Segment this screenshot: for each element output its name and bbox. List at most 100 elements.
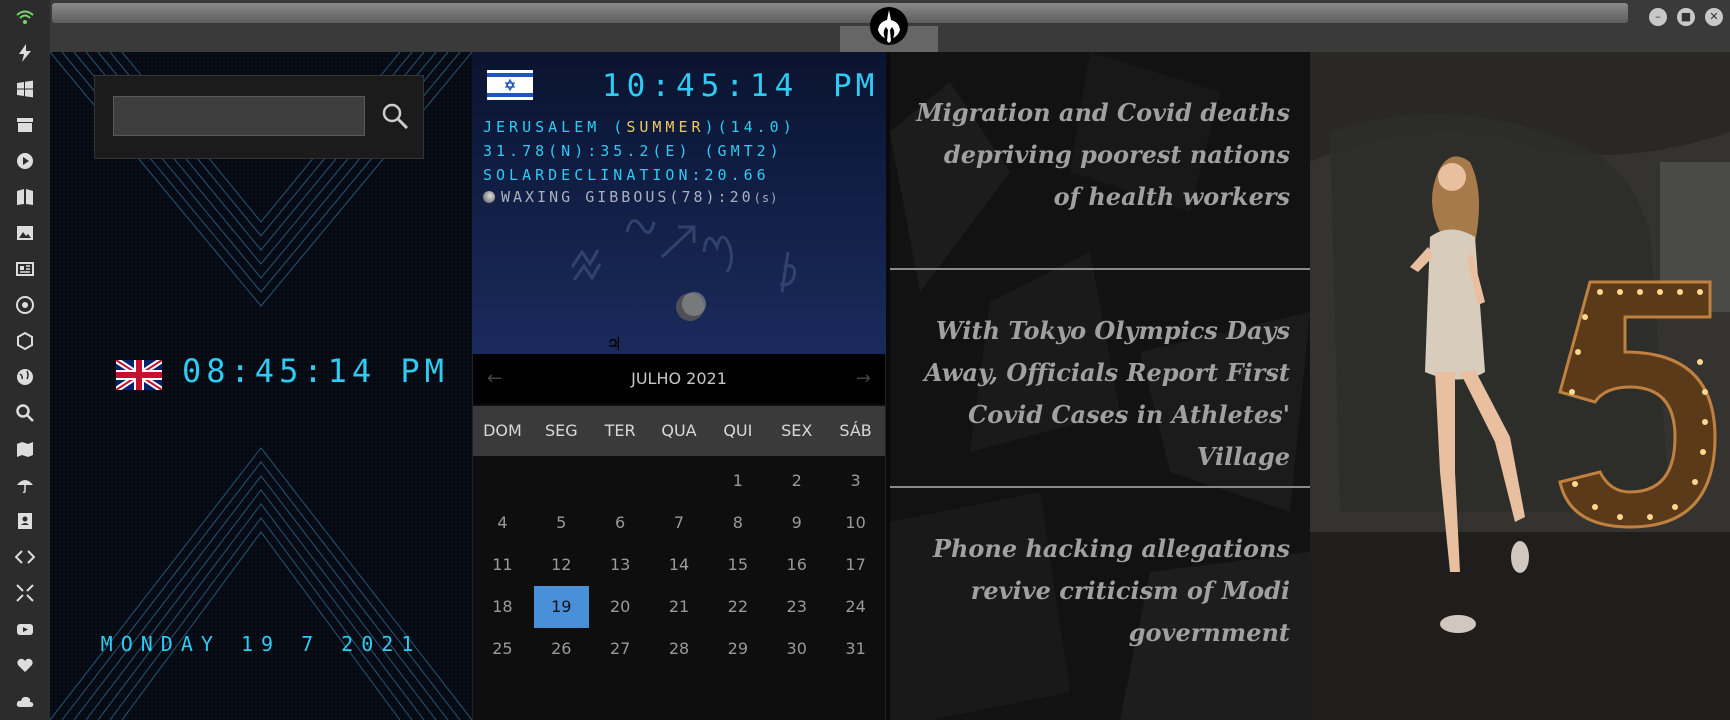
calendar: JULHO 2021 ← → DOM SEG TER QUA QUI SEX S… xyxy=(472,354,886,720)
calendar-day-today[interactable]: 19 xyxy=(533,586,589,628)
season-label: SUMMER xyxy=(626,118,705,136)
aperture-icon[interactable] xyxy=(13,293,37,317)
solar-declination: SOLARDECLINATION:20.66 xyxy=(483,166,770,184)
moon-phase: WAXING GIBBOUS(78):20(s) xyxy=(483,188,778,206)
next-month-button[interactable]: → xyxy=(856,354,871,404)
map-icon[interactable] xyxy=(13,437,37,461)
archive-icon[interactable] xyxy=(13,113,37,137)
fullscreen-icon[interactable] xyxy=(13,581,37,605)
contacts-icon[interactable] xyxy=(13,509,37,533)
play-icon[interactable] xyxy=(13,149,37,173)
weekday-label: QUI xyxy=(723,421,753,440)
news-divider xyxy=(890,486,1310,488)
umbrella-icon[interactable] xyxy=(13,473,37,497)
city-name: JERUSALEM xyxy=(483,118,601,136)
calendar-day[interactable]: 16 xyxy=(767,544,826,586)
calendar-day[interactable]: 12 xyxy=(532,544,591,586)
calendar-day[interactable]: 4 xyxy=(473,502,532,544)
calendar-day[interactable]: 27 xyxy=(591,628,650,670)
search-icon xyxy=(382,103,409,130)
world-ampm: PM xyxy=(833,68,879,104)
calendar-empty-cell xyxy=(532,460,591,502)
search-box xyxy=(94,75,424,159)
news-item[interactable]: With Tokyo Olympics Days Away, Officials… xyxy=(910,310,1290,478)
uk-flag xyxy=(116,360,162,390)
calendar-empty-cell xyxy=(591,460,650,502)
featured-photo[interactable] xyxy=(1310,52,1730,720)
search-button[interactable] xyxy=(377,98,413,134)
calendar-day[interactable]: 3 xyxy=(826,460,885,502)
world-time: 10:45:14 xyxy=(602,68,800,104)
world-clock-panel: ♃ 10:45:14 PM JERUSALEM (SUMMER)(14.0) 3… xyxy=(472,52,886,354)
bolt-icon[interactable] xyxy=(13,41,37,65)
title-bar: – ■ ✕ xyxy=(50,0,1730,52)
calendar-day[interactable]: 5 xyxy=(532,502,591,544)
news-item[interactable]: Migration and Covid deaths depriving poo… xyxy=(910,92,1290,218)
calendar-day[interactable]: 2 xyxy=(767,460,826,502)
calendar-day[interactable]: 28 xyxy=(650,628,709,670)
calendar-day[interactable]: 7 xyxy=(650,502,709,544)
calendar-day[interactable]: 18 xyxy=(473,586,532,628)
calendar-day[interactable]: 26 xyxy=(532,628,591,670)
news-panel: Migration and Covid deaths depriving poo… xyxy=(890,52,1310,720)
calendar-day[interactable]: 31 xyxy=(826,628,885,670)
calendar-day[interactable]: 9 xyxy=(767,502,826,544)
calendar-day[interactable]: 10 xyxy=(826,502,885,544)
hexagon-icon[interactable] xyxy=(13,329,37,353)
calendar-weekdays: DOM SEG TER QUA QUI SEX SÁB xyxy=(473,406,885,456)
local-clock-panel: 08:45:14 PM MONDAY 19 7 2021 xyxy=(50,52,472,720)
code-icon[interactable] xyxy=(13,545,37,569)
windows-icon[interactable] xyxy=(13,77,37,101)
book-icon[interactable] xyxy=(13,185,37,209)
globe-icon[interactable] xyxy=(13,365,37,389)
local-time: 08:45:14 PM xyxy=(182,352,449,390)
jupiter-glyph: ♃ xyxy=(606,334,622,354)
minimize-icon[interactable]: – xyxy=(1649,8,1667,26)
heart-icon[interactable] xyxy=(13,653,37,677)
calendar-day[interactable]: 20 xyxy=(591,586,650,628)
calendar-day[interactable]: 11 xyxy=(473,544,532,586)
search-input[interactable] xyxy=(113,96,365,136)
calendar-day[interactable]: 8 xyxy=(708,502,767,544)
youtube-icon[interactable] xyxy=(13,617,37,641)
calendar-day[interactable]: 13 xyxy=(591,544,650,586)
moon-icon xyxy=(483,191,495,203)
image-icon[interactable] xyxy=(13,221,37,245)
calendar-day[interactable]: 17 xyxy=(826,544,885,586)
calendar-day[interactable]: 29 xyxy=(708,628,767,670)
calendar-day[interactable]: 6 xyxy=(591,502,650,544)
calendar-day[interactable]: 15 xyxy=(708,544,767,586)
close-icon[interactable]: ✕ xyxy=(1705,8,1723,26)
weekday-label: SÁB xyxy=(839,421,872,440)
app-sidebar xyxy=(0,0,50,720)
weekday-label: QUA xyxy=(661,421,697,440)
calendar-day[interactable]: 25 xyxy=(473,628,532,670)
city-line: JERUSALEM (SUMMER)(14.0) xyxy=(483,118,796,136)
moon-phase-text: WAXING GIBBOUS(78):20 xyxy=(501,188,754,206)
local-date: MONDAY 19 7 2021 xyxy=(100,632,422,656)
calendar-day[interactable]: 23 xyxy=(767,586,826,628)
calendar-day[interactable]: 24 xyxy=(826,586,885,628)
news-divider xyxy=(890,268,1310,270)
news-icon[interactable] xyxy=(13,257,37,281)
calendar-day[interactable]: 1 xyxy=(708,460,767,502)
israel-flag xyxy=(487,70,533,100)
calendar-days: 1 2 3 4 5 6 7 8 9 10 11 12 13 14 15 16 17 18 19 20 21 22 23 24 2… xyxy=(473,460,885,670)
weekday-label: SEX xyxy=(781,421,813,440)
news-item[interactable]: Phone hacking allegations revive critici… xyxy=(910,528,1290,654)
calendar-empty-cell xyxy=(473,460,532,502)
calendar-day[interactable]: 30 xyxy=(767,628,826,670)
utc-offset: (14.0) xyxy=(717,118,796,136)
weekday-label: DOM xyxy=(483,421,522,440)
calendar-day[interactable]: 21 xyxy=(650,586,709,628)
title-track xyxy=(52,3,1628,23)
maximize-icon[interactable]: ■ xyxy=(1677,8,1695,26)
cloud-icon[interactable] xyxy=(13,689,37,713)
rebel-alliance-icon xyxy=(855,2,923,50)
wifi-icon[interactable] xyxy=(13,5,37,29)
weekday-label: SEG xyxy=(544,421,578,440)
calendar-day[interactable]: 14 xyxy=(650,544,709,586)
search-icon[interactable] xyxy=(13,401,37,425)
calendar-day[interactable]: 22 xyxy=(708,586,767,628)
prev-month-button[interactable]: ← xyxy=(487,354,502,404)
